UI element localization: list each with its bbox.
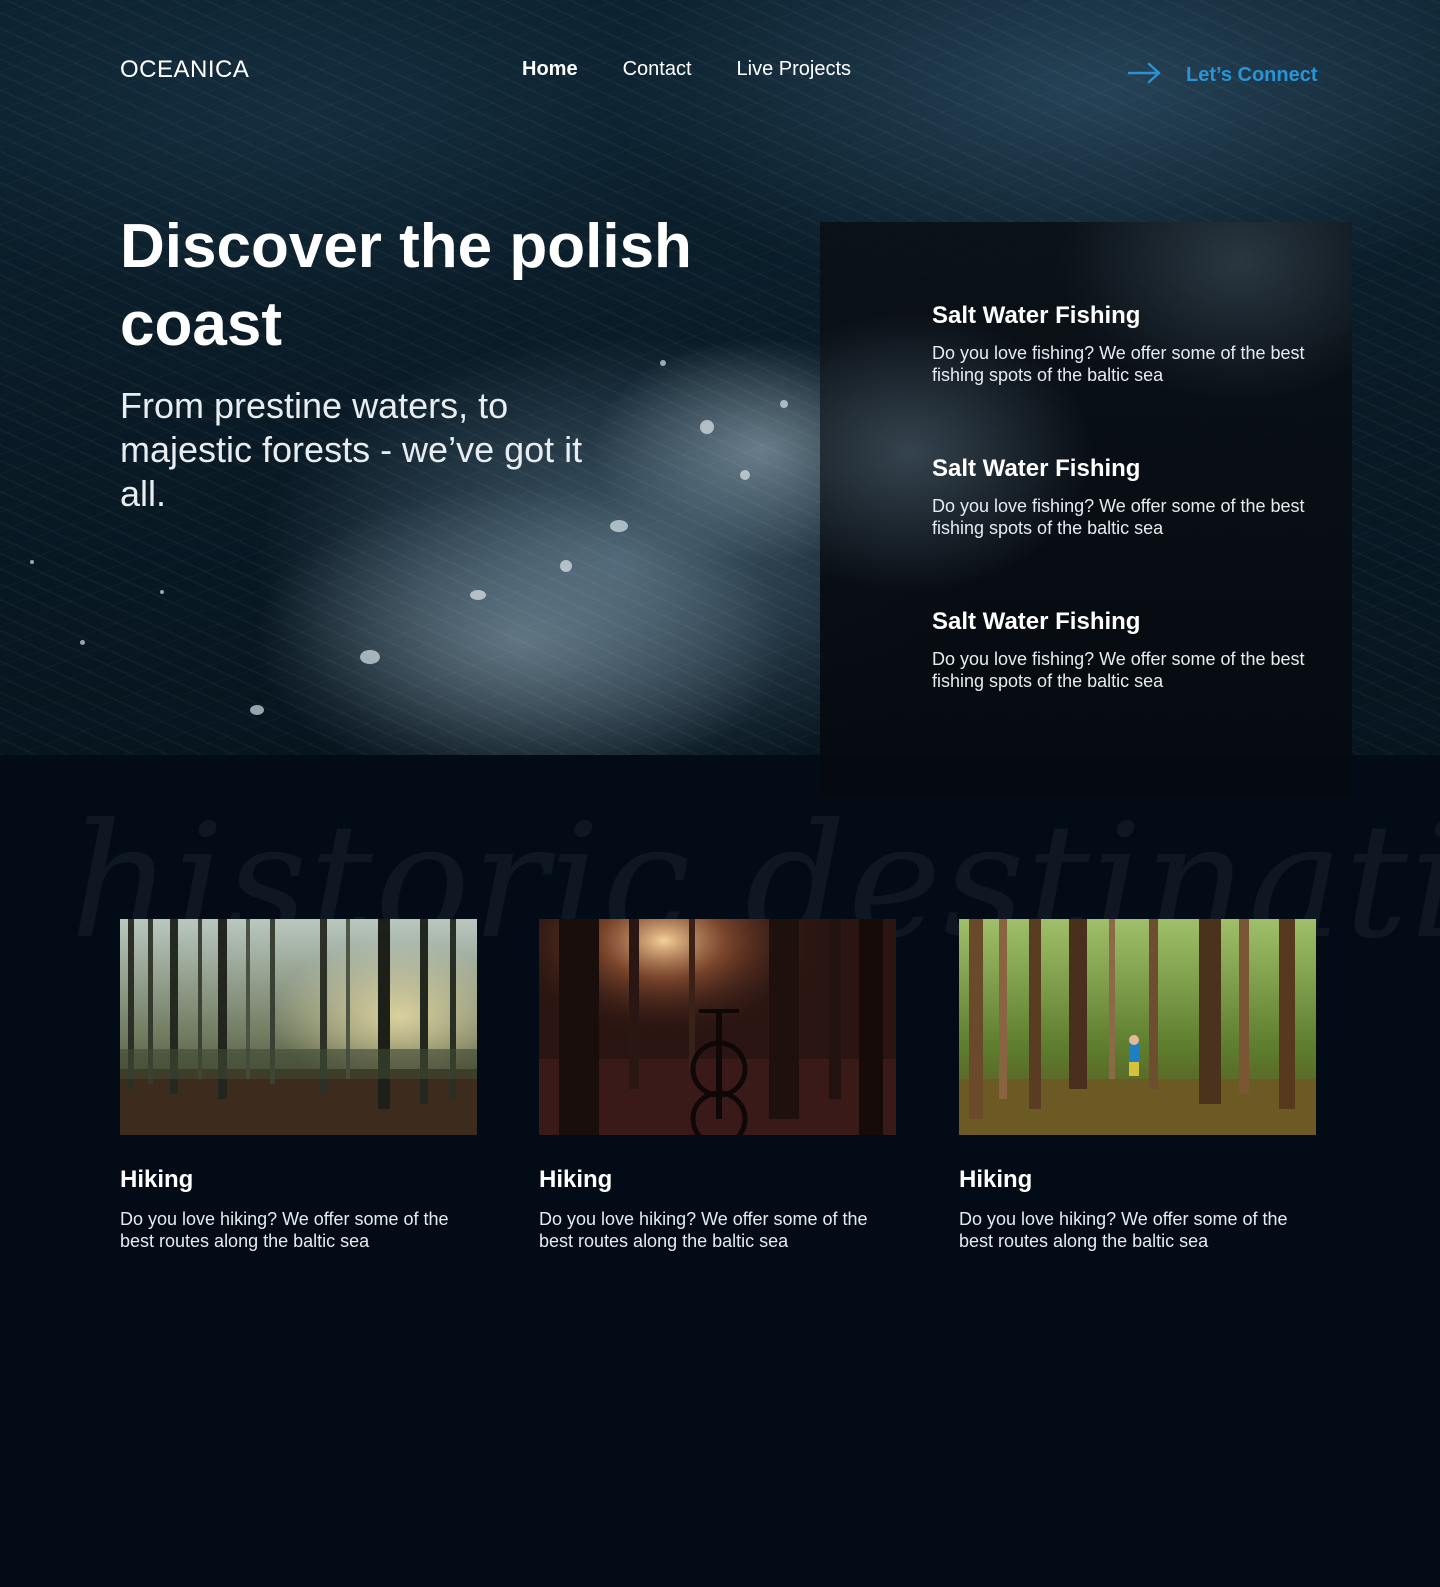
spray-dot [80, 640, 85, 645]
card-description: Do you love hiking? We offer some of the… [120, 1209, 449, 1251]
nav-links: Home Contact Live Projects [522, 58, 851, 81]
feature-title: Salt Water Fishing [932, 455, 1141, 482]
hero-title: Discover the polish coast [120, 212, 692, 359]
nav-link-home[interactable]: Home [522, 58, 578, 81]
spray-dot [30, 560, 34, 564]
feature-item[interactable]: Salt Water Fishing Do you love fishing? … [932, 302, 1332, 386]
forest-hiker-image [959, 919, 1316, 1135]
nav-link-live-projects[interactable]: Live Projects [737, 58, 852, 81]
feature-description: Do you love fishing? We offer some of th… [932, 649, 1305, 691]
spray-dot [780, 400, 788, 408]
feature-description: Do you love fishing? We offer some of th… [932, 496, 1305, 538]
spray-dot [360, 650, 380, 664]
spray-dot [740, 470, 750, 480]
feature-title: Salt Water Fishing [932, 608, 1141, 635]
spray-dot [160, 590, 164, 594]
forest-bike-image [539, 919, 896, 1135]
spray-dot [700, 420, 714, 434]
top-nav: OCEANICA Home Contact Live Projects Let’… [0, 0, 1440, 150]
card-description: Do you love hiking? We offer some of the… [959, 1209, 1288, 1251]
spray-dot [610, 520, 628, 532]
card-title: Hiking [539, 1166, 613, 1193]
feature-card: Salt Water Fishing Do you love fishing? … [820, 222, 1352, 797]
logo[interactable]: OCEANICA [120, 56, 249, 84]
spray-dot [250, 705, 264, 715]
feature-item[interactable]: Salt Water Fishing Do you love fishing? … [932, 455, 1332, 539]
nav-link-contact[interactable]: Contact [623, 58, 692, 81]
lets-connect-label: Let’s Connect [1186, 63, 1318, 86]
lets-connect-button[interactable]: Let’s Connect [1127, 62, 1318, 88]
hero-subtitle: From prestine waters, to majestic forest… [120, 385, 583, 514]
feature-item[interactable]: Salt Water Fishing Do you love fishing? … [932, 608, 1332, 692]
hiking-card[interactable]: Hiking Do you love hiking? We offer some… [120, 919, 477, 1252]
card-description: Do you love hiking? We offer some of the… [539, 1209, 868, 1251]
card-title: Hiking [120, 1166, 194, 1193]
hiking-card[interactable]: Hiking Do you love hiking? We offer some… [959, 919, 1316, 1252]
forest-image [120, 919, 477, 1135]
card-title: Hiking [959, 1166, 1033, 1193]
hiking-card[interactable]: Hiking Do you love hiking? We offer some… [539, 919, 896, 1252]
feature-title: Salt Water Fishing [932, 302, 1141, 329]
feature-description: Do you love fishing? We offer some of th… [932, 343, 1305, 385]
spray-dot [560, 560, 572, 572]
spray-dot [470, 590, 486, 600]
arrow-right-icon [1127, 62, 1162, 88]
